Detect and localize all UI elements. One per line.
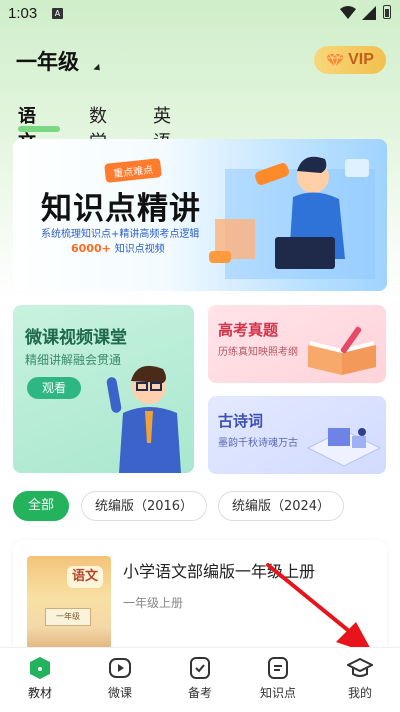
banner-subtitle: 系统梳理知识点+精讲高频考点逻辑 [41, 229, 200, 240]
tabbar-exam-prep[interactable]: 备考 [170, 656, 230, 701]
exam-prep-icon [190, 657, 210, 679]
tabbar-textbook-label: 教材 [27, 686, 52, 700]
book-grade: 一年级上册 [123, 596, 184, 610]
filter-2016[interactable]: 统编版（2016） [81, 491, 207, 521]
grade-selector[interactable]: 一年级 [16, 46, 79, 76]
video-icon [109, 658, 131, 678]
book-cover: 语文 一年级 [27, 556, 111, 658]
banner-tag: 重点难点 [104, 158, 162, 183]
exam-questions-card[interactable]: 高考真题 历练真知映照考纲 [208, 305, 386, 383]
battery-icon [383, 5, 391, 19]
poem-card-subtitle: 墨韵千秋诗魂万古 [218, 438, 298, 449]
status-bar: 1:03 A [0, 0, 400, 28]
book-title: 小学语文部编版一年级上册 [123, 562, 316, 581]
micro-course-card[interactable]: 微课视频课堂 精细讲解融会贯通 观看 [13, 305, 194, 473]
signal-icon [362, 6, 376, 20]
book-card[interactable]: 语文 一年级 小学语文部编版一年级上册 一年级上册 [13, 540, 387, 658]
micro-course-title: 微课视频课堂 [25, 328, 127, 348]
bottom-tab-bar: 教材 微课 备考 知识点 我的 [0, 647, 400, 712]
watch-button[interactable]: 观看 [27, 377, 81, 399]
banner-count-number: 6000+ [71, 242, 111, 255]
exam-card-subtitle: 历练真知映照考纲 [218, 347, 298, 358]
tabbar-micro-course[interactable]: 微课 [90, 656, 150, 701]
open-book-icon [308, 326, 376, 375]
book-cover-title: 语文 [67, 566, 103, 588]
banner-title: 知识点精讲 [41, 191, 201, 227]
diamond-icon [326, 53, 345, 67]
banner-count-suffix: 知识点视频 [114, 244, 165, 255]
knowledge-banner[interactable]: 重点难点 知识点精讲 系统梳理知识点+精讲高频考点逻辑 6000+ 知识点视频 [13, 139, 387, 291]
filter-2024[interactable]: 统编版（2024） [218, 491, 344, 521]
teacher-figure [106, 365, 181, 473]
tabbar-textbook[interactable]: 教材 [10, 656, 70, 701]
vip-button[interactable]: VIP [314, 46, 386, 74]
tabbar-micro-course-label: 微课 [107, 686, 132, 700]
filter-all[interactable]: 全部 [13, 491, 69, 521]
banner-count: 6000+ 知识点视频 [71, 240, 165, 255]
tabbar-knowledge[interactable]: 知识点 [248, 656, 308, 701]
knowledge-icon [268, 657, 288, 679]
teacher-illustration [209, 156, 375, 279]
notification-a-icon: A [52, 8, 63, 19]
graduation-cap-icon [347, 657, 373, 677]
poem-card-title: 古诗词 [218, 412, 264, 430]
study-desk-icon [306, 428, 382, 467]
vip-label: VIP [348, 51, 374, 68]
ancient-poems-card[interactable]: 古诗词 墨韵千秋诗魂万古 [208, 396, 386, 474]
tabbar-exam-prep-label: 备考 [187, 686, 212, 700]
wifi-icon [340, 6, 356, 19]
tabbar-knowledge-label: 知识点 [259, 686, 296, 700]
status-time: 1:03 [8, 5, 38, 22]
tabbar-mine-label: 我的 [347, 686, 372, 700]
tabbar-mine[interactable]: 我的 [330, 656, 390, 701]
textbook-icon [30, 657, 50, 679]
book-cover-grade: 一年级 [45, 608, 91, 626]
exam-card-title: 高考真题 [218, 321, 279, 339]
